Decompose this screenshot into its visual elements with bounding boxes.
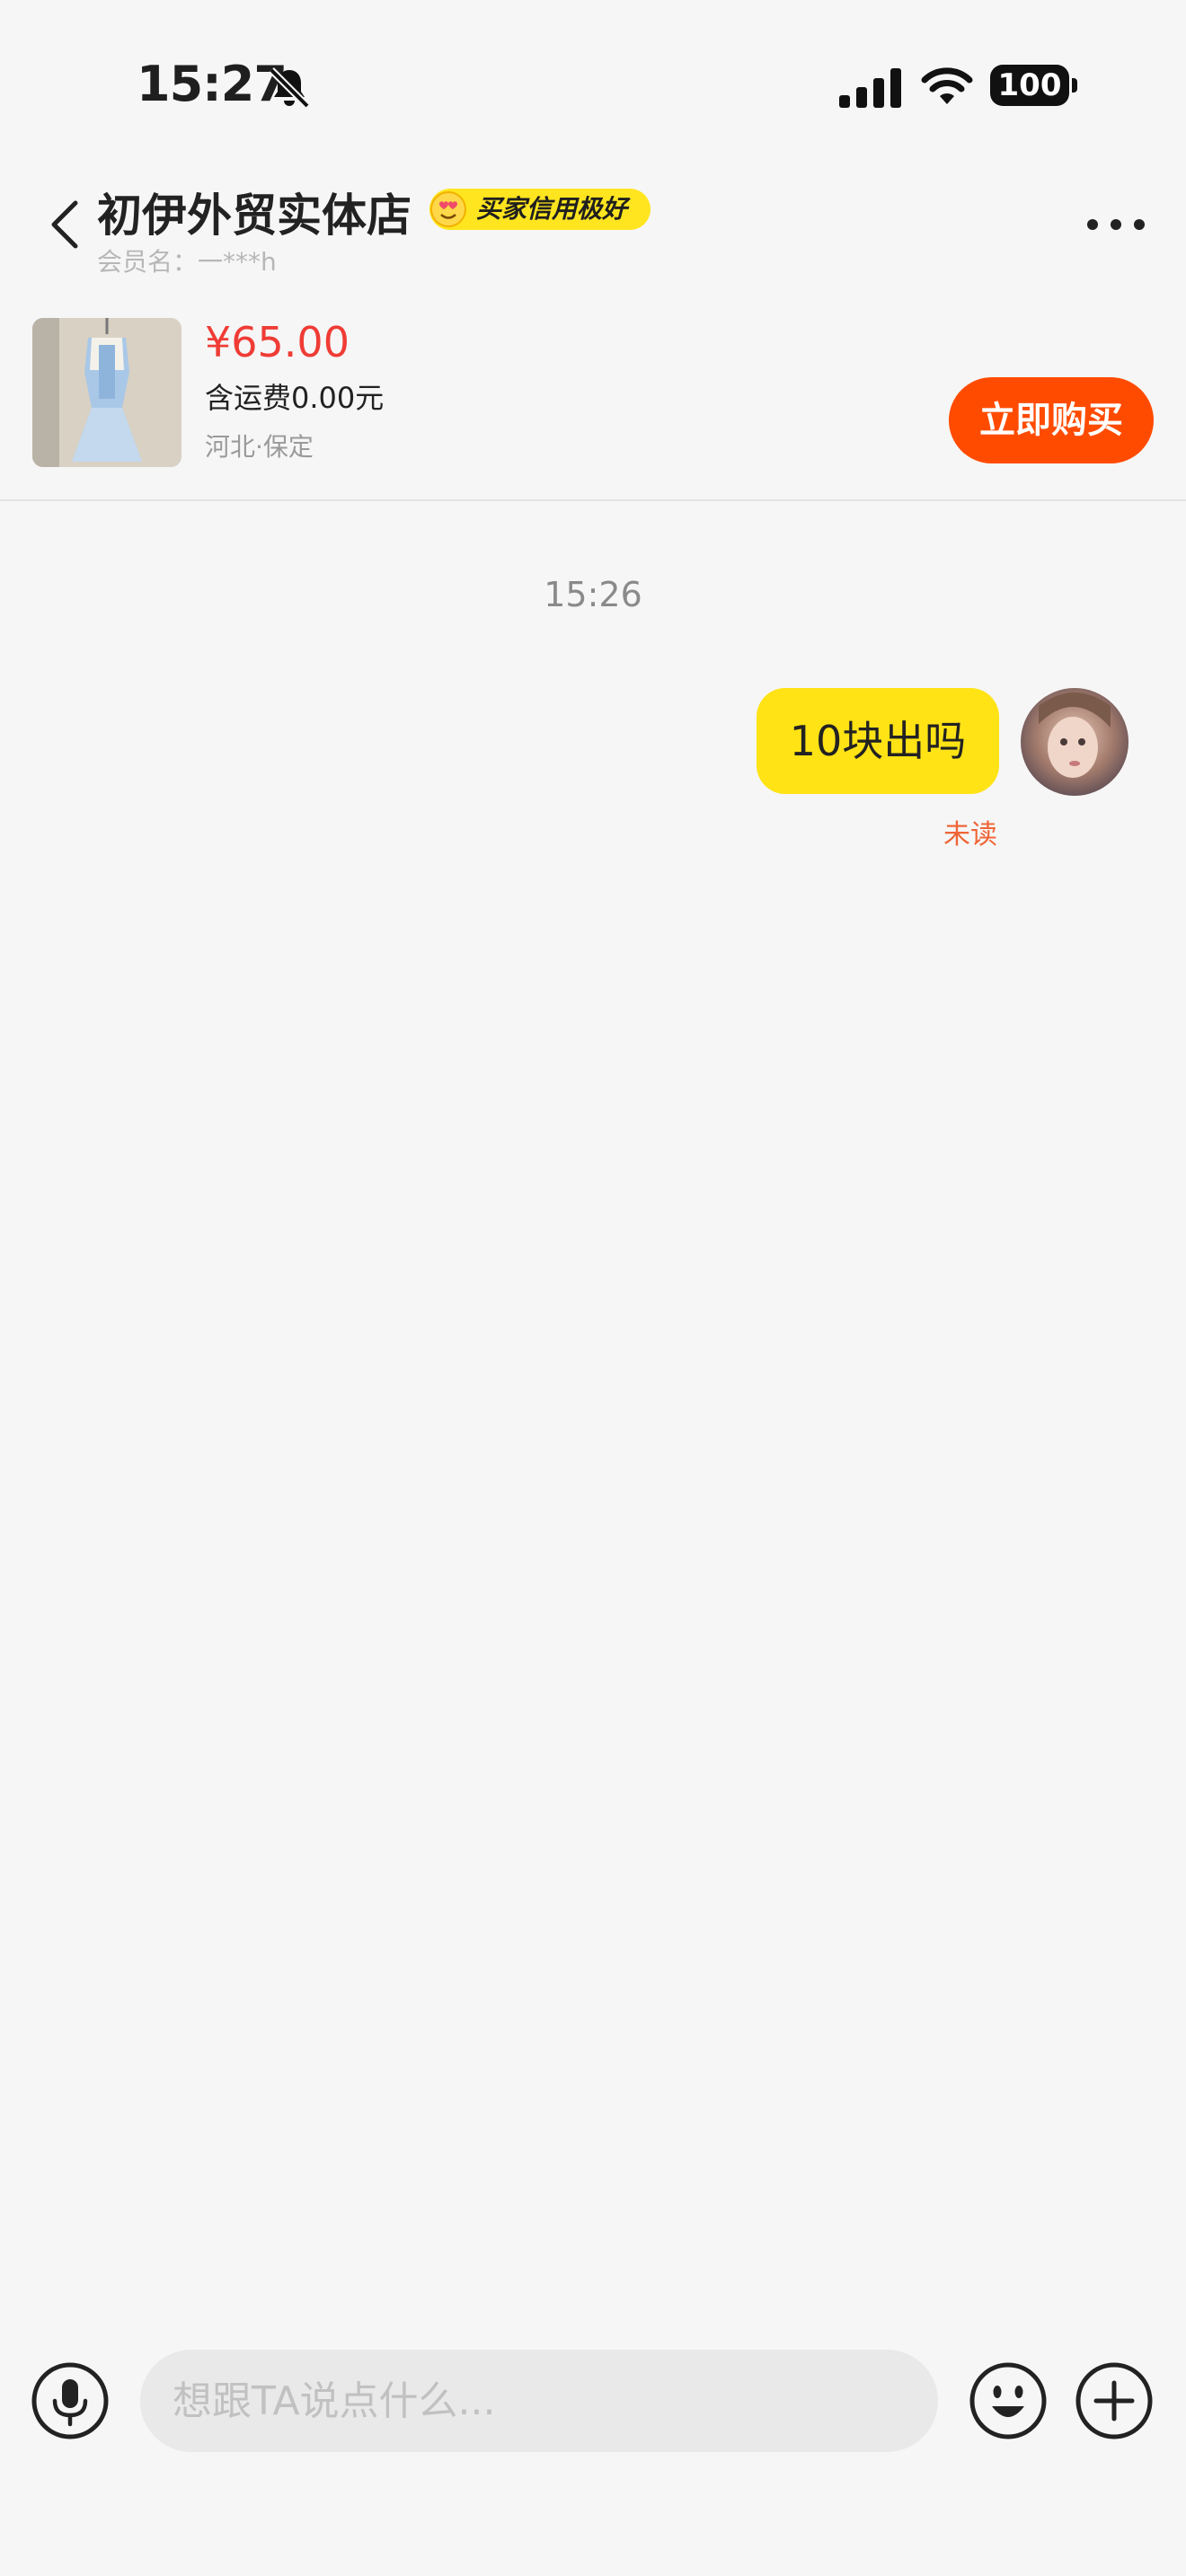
dress-image bbox=[32, 318, 181, 467]
message-status: 未读 bbox=[943, 819, 997, 851]
status-bar: 15:27 100 bbox=[0, 0, 1186, 171]
chat-header: 初伊外贸实体店 买家信用极好 会员名：一***h bbox=[0, 171, 1186, 278]
avatar[interactable] bbox=[1021, 688, 1128, 796]
product-card[interactable]: ¥65.00 含运费0.00元 河北·保定 立即购买 bbox=[0, 305, 1186, 501]
bell-slash-icon bbox=[269, 67, 310, 109]
cellular-signal-icon bbox=[839, 68, 901, 108]
product-price: ¥65.00 bbox=[205, 318, 350, 366]
chat-timestamp: 15:26 bbox=[544, 575, 642, 614]
battery-icon: 100 bbox=[990, 65, 1078, 106]
avatar-image bbox=[1021, 688, 1128, 796]
input-bar bbox=[0, 2335, 1186, 2470]
message-bubble[interactable]: 10块出吗 bbox=[757, 688, 999, 794]
plus-icon[interactable] bbox=[1075, 2361, 1154, 2440]
status-time: 15:27 bbox=[137, 56, 288, 112]
wifi-icon bbox=[921, 67, 973, 104]
credit-badge-label: 买家信用极好 bbox=[476, 194, 628, 224]
emoji-icon[interactable] bbox=[969, 2361, 1048, 2440]
chat-screen: 15:27 100 初伊外贸实体店 买家信用极好 会员名：一***h ¥65.0… bbox=[0, 0, 1186, 2576]
battery-cap bbox=[1072, 78, 1077, 93]
microphone-icon[interactable] bbox=[31, 2361, 110, 2440]
buy-now-button[interactable]: 立即购买 bbox=[949, 377, 1154, 463]
back-chevron-icon[interactable] bbox=[45, 198, 84, 251]
product-shipping: 含运费0.00元 bbox=[205, 381, 385, 415]
heart-eyes-face-icon bbox=[430, 191, 466, 227]
product-thumbnail[interactable] bbox=[32, 318, 181, 467]
shop-name[interactable]: 初伊外贸实体店 bbox=[97, 180, 412, 244]
member-name: 会员名：一***h bbox=[97, 247, 277, 277]
more-dots-icon[interactable] bbox=[1085, 214, 1146, 235]
product-location: 河北·保定 bbox=[205, 432, 314, 462]
credit-badge[interactable]: 买家信用极好 bbox=[429, 189, 651, 230]
message-input[interactable] bbox=[140, 2350, 938, 2452]
battery-level: 100 bbox=[990, 65, 1069, 106]
